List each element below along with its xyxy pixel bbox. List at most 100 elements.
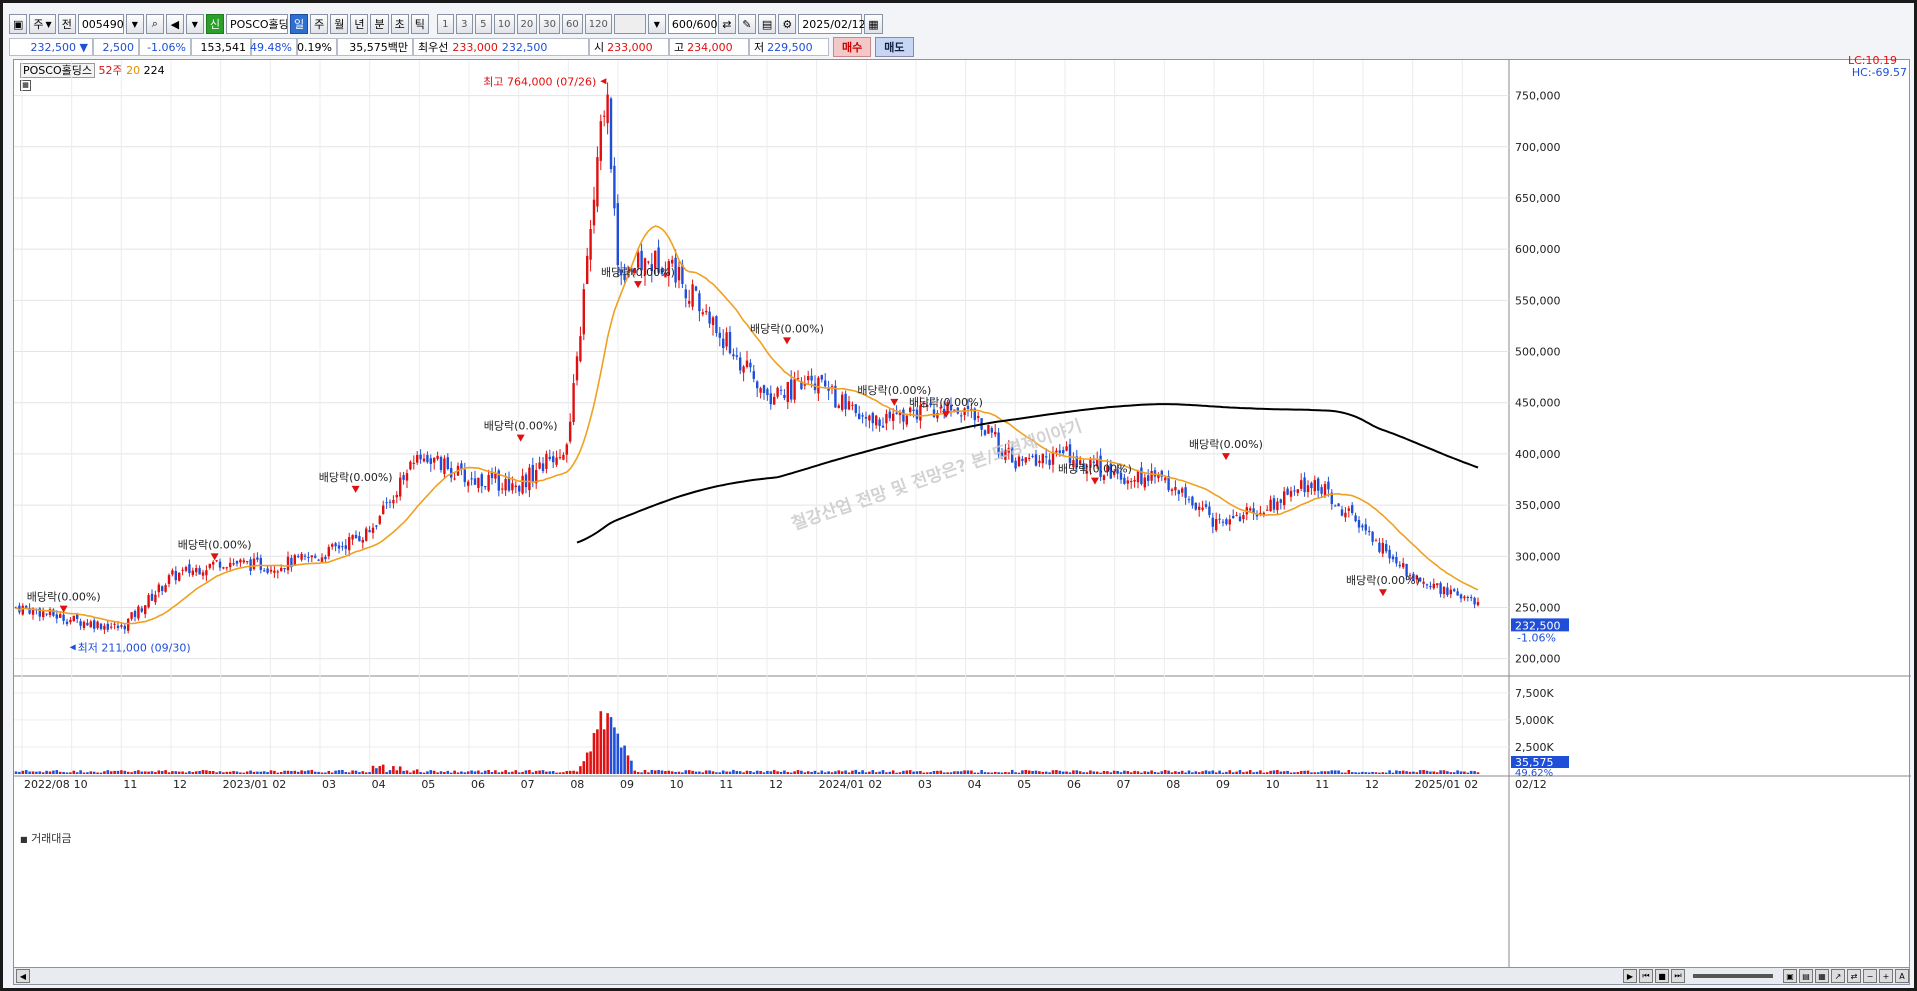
period-second[interactable]: 초 bbox=[390, 14, 409, 34]
volume-bar bbox=[337, 770, 341, 774]
candle-body bbox=[773, 397, 776, 405]
volume-bar bbox=[300, 770, 303, 774]
market-select[interactable]: 전 bbox=[57, 14, 76, 34]
mode-select[interactable]: 주 ▼ bbox=[29, 14, 56, 34]
buy-button[interactable]: 매수 bbox=[833, 37, 872, 57]
tool-icon[interactable]: ▣ bbox=[1783, 969, 1797, 983]
candle-body bbox=[518, 485, 521, 492]
volume-bar bbox=[912, 771, 915, 774]
volume-bar bbox=[463, 772, 467, 774]
tool-icon[interactable]: ⇄ bbox=[1847, 969, 1861, 983]
scroll-left-button[interactable]: ◀ bbox=[16, 969, 30, 983]
sell-button[interactable]: 매도 bbox=[875, 37, 914, 57]
open-price: 시 233,000 bbox=[589, 38, 669, 56]
volume-bar bbox=[395, 770, 399, 774]
interval-10[interactable]: 10 bbox=[493, 14, 515, 34]
candle-body bbox=[280, 567, 283, 572]
volume-bar bbox=[1129, 772, 1133, 774]
interval-1[interactable]: 1 bbox=[436, 14, 454, 34]
candle-body bbox=[164, 585, 167, 592]
chevron-down-icon[interactable]: ▼ bbox=[125, 14, 144, 34]
chart-area[interactable]: POSCO홀딩스 52주 20 224 ▦ LC:10.19 HC:-69.57… bbox=[13, 54, 1911, 972]
volume-bar bbox=[1187, 770, 1191, 774]
compare-icon[interactable]: ⇄ bbox=[717, 14, 736, 34]
period-day[interactable]: 일 bbox=[289, 14, 309, 34]
candle-body bbox=[586, 255, 589, 285]
volume-bar bbox=[99, 772, 103, 774]
volume-bar bbox=[745, 770, 749, 774]
volume-bar bbox=[677, 771, 681, 774]
zoom-in-icon[interactable]: + bbox=[1879, 969, 1893, 983]
chevron-down-icon[interactable]: ▼ bbox=[185, 14, 204, 34]
period-minute[interactable]: 분 bbox=[370, 14, 389, 34]
candle-body bbox=[184, 567, 188, 571]
chevron-down-icon[interactable]: ▼ bbox=[647, 14, 666, 34]
volume-bar bbox=[1184, 772, 1187, 774]
volume-bar bbox=[69, 772, 72, 774]
speaker-icon[interactable]: ◀ bbox=[165, 14, 184, 34]
stop-button[interactable]: ■ bbox=[1655, 969, 1669, 983]
period-month[interactable]: 월 bbox=[330, 14, 349, 34]
zoom-slider[interactable] bbox=[1693, 974, 1773, 978]
candle-body bbox=[1269, 499, 1272, 512]
volume-bar bbox=[1126, 770, 1130, 774]
candle-body bbox=[1034, 454, 1038, 466]
period-tick[interactable]: 틱 bbox=[410, 14, 429, 34]
zoom-out-icon[interactable]: − bbox=[1863, 969, 1877, 983]
candle-body bbox=[222, 567, 225, 569]
volume-bar bbox=[643, 769, 647, 774]
tool-icon[interactable]: ▦ bbox=[1815, 969, 1829, 983]
volume-bar bbox=[946, 772, 949, 774]
date-input[interactable]: 2025/02/12 bbox=[798, 14, 866, 34]
volume-bar bbox=[1388, 770, 1391, 774]
candle-body bbox=[688, 301, 691, 304]
interval-120[interactable]: 120 bbox=[584, 14, 612, 34]
volume-bar bbox=[296, 771, 300, 774]
tool-icon[interactable]: ↗ bbox=[1831, 969, 1845, 983]
search-icon[interactable]: ⌕ bbox=[145, 14, 164, 34]
calendar-icon[interactable]: ▦ bbox=[864, 14, 883, 34]
count-input[interactable]: 600/600 bbox=[667, 14, 718, 34]
candle-body bbox=[1136, 471, 1140, 483]
scroll-right-button[interactable]: ▶ bbox=[1623, 969, 1637, 983]
save-icon[interactable]: ▤ bbox=[757, 14, 777, 34]
last-button[interactable]: ⏭ bbox=[1671, 969, 1685, 983]
tool-icon[interactable]: ▤ bbox=[1799, 969, 1813, 983]
volume-bar bbox=[1415, 772, 1419, 774]
stock-code-input[interactable]: 005490 bbox=[77, 14, 124, 34]
volume-bar bbox=[647, 772, 650, 774]
interval-20[interactable]: 20 bbox=[516, 14, 538, 34]
candle-body bbox=[1201, 507, 1204, 510]
volume-bar bbox=[1242, 772, 1245, 774]
font-icon[interactable]: A bbox=[1895, 969, 1909, 983]
volume-bar bbox=[701, 772, 705, 774]
volume-bar bbox=[582, 761, 586, 774]
candle-body bbox=[286, 556, 290, 571]
interval-60[interactable]: 60 bbox=[562, 14, 583, 34]
first-button[interactable]: ⏮ bbox=[1639, 969, 1653, 983]
volume-bar bbox=[188, 771, 191, 774]
volume-bar bbox=[517, 772, 521, 774]
volume-bar bbox=[1340, 772, 1344, 774]
volume-bar bbox=[1347, 769, 1351, 774]
gear-icon[interactable]: ⚙ bbox=[778, 14, 797, 34]
volume-bar bbox=[409, 772, 412, 774]
interval-30[interactable]: 30 bbox=[539, 14, 561, 34]
interval-5[interactable]: 5 bbox=[474, 14, 492, 34]
volume-bar bbox=[55, 770, 59, 774]
period-year[interactable]: 년 bbox=[350, 14, 369, 34]
window-icon[interactable]: ▣ bbox=[9, 14, 28, 34]
candle-body bbox=[429, 458, 432, 464]
candle-body bbox=[616, 203, 619, 266]
candlestick-chart[interactable]: 750,000 700,000 650,000 600,000 550,000 500,0… bbox=[14, 60, 1911, 972]
volume-bar bbox=[293, 770, 297, 774]
volume-bar bbox=[123, 770, 127, 774]
interval-3[interactable]: 3 bbox=[455, 14, 473, 34]
draw-icon[interactable]: ✎ bbox=[737, 14, 756, 34]
interval-input[interactable] bbox=[613, 14, 646, 34]
period-week[interactable]: 주 bbox=[310, 14, 329, 34]
candle-body bbox=[960, 415, 963, 417]
candle-body bbox=[123, 625, 126, 630]
volume-bar bbox=[290, 771, 293, 774]
chart-scrollbar[interactable]: ◀ ▶ ⏮ ■ ⏭ ▣ ▤ ▦ ↗ ⇄ − + A bbox=[13, 967, 1910, 985]
